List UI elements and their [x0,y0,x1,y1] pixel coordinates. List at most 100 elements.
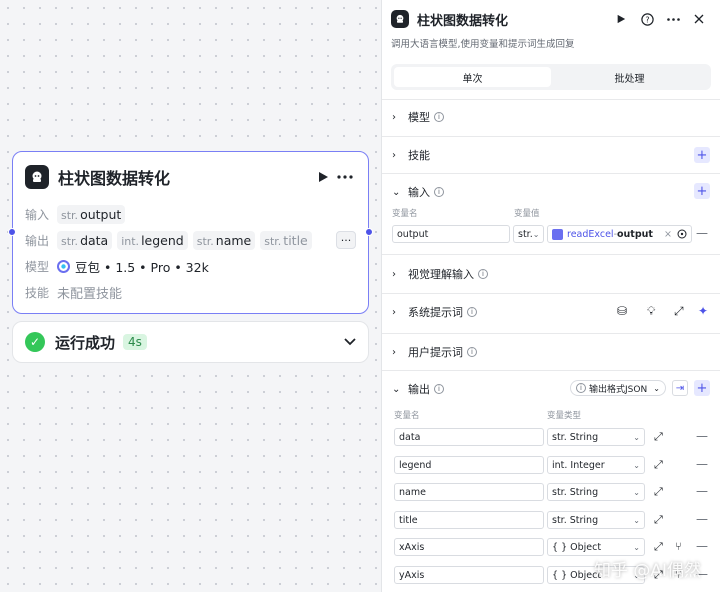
model-label: 模型 [25,259,50,274]
input-var-name-field[interactable]: output [392,225,510,243]
input-type-select[interactable]: str. ⌄ [513,225,544,243]
help-circle-icon: ? [640,12,654,26]
lightbulb-icon[interactable]: 💡︎ [647,304,655,319]
section-visual-input[interactable]: › 视觉理解输入 i [382,265,720,283]
section-input[interactable]: ⌄ 输入 i [382,183,720,201]
watermark: 知乎 @AI偶然 [594,561,702,581]
workflow-canvas[interactable]: 柱状图数据转化 输入 str. output 输出 str. data int. le… [0,0,381,592]
divider [382,333,720,334]
more-horizontal-icon [337,175,353,179]
remove-output-button[interactable]: — [696,484,708,498]
node-output-port[interactable] [365,228,373,236]
divider [382,99,720,100]
section-output[interactable]: ⌄ 输出 i [382,380,720,398]
expand-icon[interactable]: ⤢ [654,513,663,527]
llm-logo-icon [25,165,49,189]
more-outputs-button[interactable]: ··· [336,231,356,249]
section-model[interactable]: › 模型 i [382,108,720,126]
check-circle-icon: ✓ [25,332,45,352]
output-label: 输出 [25,233,50,248]
section-skills[interactable]: › 技能 [382,146,720,164]
chevron-right-icon: › [392,268,396,280]
output-type-select[interactable]: { } Object ⌄ [547,538,645,556]
divider [382,254,720,255]
close-icon [694,14,704,24]
panel-description: 调用大语言模型,使用变量和提示词生成回复 [391,39,575,50]
ref-var-name: output [617,228,653,240]
llm-node-card[interactable]: 柱状图数据转化 输入 str. output 输出 str. data int. le… [8,151,373,314]
output-type-select[interactable]: str. String ⌄ [547,511,645,529]
node-more-button[interactable] [334,166,356,188]
section-model-label: 模型 [408,111,430,124]
clear-icon[interactable]: × [664,229,672,240]
chevron-down-icon: ⌄ [653,383,660,393]
output-var-name-field[interactable]: xAxis [394,538,544,556]
input-col-name: 变量名 [392,209,418,219]
close-button[interactable] [688,8,710,30]
output-var-name-field[interactable]: data [394,428,544,446]
input-tag: str. output [57,204,126,224]
chevron-right-icon: › [392,346,396,358]
add-input-button[interactable]: + [694,183,710,199]
import-json-button[interactable]: ⇥ [672,380,688,396]
skill-value: 未配置技能 [57,286,123,302]
panel-title: 柱状图数据转化 [417,13,509,29]
chevron-down-icon: ⌄ [392,186,401,198]
ai-sparkle-icon[interactable]: ✦ [698,304,708,318]
section-user-prompt[interactable]: › 用户提示词 i [382,343,720,361]
tab-single[interactable]: 单次 [394,67,551,87]
output-type-select[interactable]: int. Integer ⌄ [547,456,645,474]
run-status-bar[interactable]: ✓ 运行成功 4s [12,321,369,363]
remove-input-button[interactable]: — [696,226,708,240]
info-icon: i [434,187,444,197]
input-label: 输入 [25,207,50,222]
remove-output-button[interactable]: — [696,512,708,526]
panel-more-button[interactable] [662,8,684,30]
output-var-name-field[interactable]: title [394,511,544,529]
divider [382,136,720,137]
node-skill-row: 技能 未配置技能 [25,282,356,302]
panel-run-button[interactable] [610,8,632,30]
output-tag: str. name [192,230,256,250]
output-var-name-field[interactable]: name [394,483,544,501]
remove-output-button[interactable]: — [696,457,708,471]
output-var-name-field[interactable]: legend [394,456,544,474]
add-skill-button[interactable]: + [694,147,710,163]
expand-icon[interactable]: ⤢ [674,304,684,319]
output-var-name-field[interactable]: yAxis [394,566,544,584]
input-ref-field[interactable]: readExcel - output × [547,225,692,243]
divider [382,293,720,294]
output-tag: str. data [57,230,113,250]
remove-output-button[interactable]: — [696,539,708,553]
info-icon: i [467,307,477,317]
expand-icon[interactable]: ⤢ [654,540,663,554]
output-type-select[interactable]: str. String ⌄ [547,483,645,501]
tab-batch[interactable]: 批处理 [551,67,708,87]
expand-icon[interactable]: ⤢ [654,430,663,444]
add-child-field-icon[interactable]: ⑂ [675,540,682,553]
variable-picker-icon[interactable] [677,229,687,239]
add-output-button[interactable]: + [694,380,710,396]
run-status-text: 运行成功 [55,333,116,352]
chevron-down-icon[interactable] [344,338,356,346]
help-button[interactable]: ? [636,8,658,30]
expand-icon[interactable]: ⤢ [654,485,663,499]
remove-output-button[interactable]: — [696,429,708,443]
play-icon [617,14,626,24]
node-input-port[interactable] [8,228,16,236]
output-format-select[interactable]: i 输出格式JSON ⌄ [570,380,666,396]
prompt-library-icon[interactable]: ⛁ [617,304,627,318]
play-icon [319,172,328,182]
model-value: 豆包 • 1.5 • Pro • 32k [75,259,209,275]
run-node-button[interactable] [312,166,334,188]
node-output-row: 输出 str. data int. legend str. name str. titl… [25,230,356,250]
llm-logo-icon [391,10,409,28]
node-header: 柱状图数据转化 [25,164,356,190]
ref-node-name: readExcel [567,228,614,240]
section-visual-input-label: 视觉理解输入 [408,268,474,281]
output-type-select[interactable]: str. String ⌄ [547,428,645,446]
section-output-label: 输出 [408,383,430,396]
section-system-prompt[interactable]: › 系统提示词 i [382,303,720,321]
more-horizontal-icon [666,17,680,21]
expand-icon[interactable]: ⤢ [654,458,663,472]
